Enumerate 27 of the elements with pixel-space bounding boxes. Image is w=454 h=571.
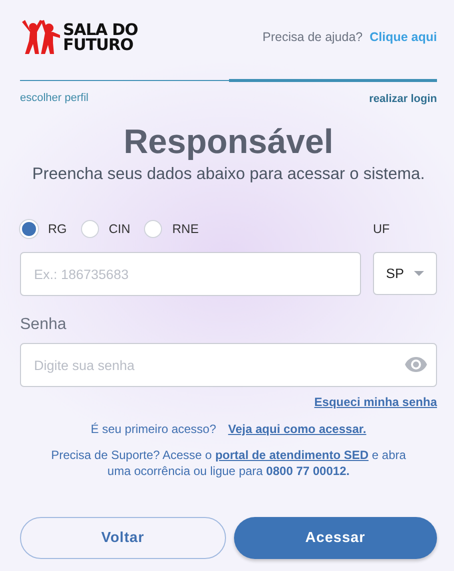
radio-button[interactable] bbox=[80, 220, 99, 238]
figures-icon bbox=[20, 18, 60, 55]
forgot-password-link[interactable]: Esqueci minha senha bbox=[314, 395, 437, 409]
logo-text: SALA DO FUTURO bbox=[63, 22, 139, 52]
radio-label: RNE bbox=[172, 222, 199, 236]
radio-label: CIN bbox=[108, 222, 130, 236]
document-number-field[interactable]: Ex.: 186735683 bbox=[20, 252, 361, 296]
radio-label: RG bbox=[48, 222, 67, 236]
eye-icon[interactable] bbox=[405, 357, 427, 372]
support-portal-link[interactable]: portal de atendimento SED bbox=[215, 448, 369, 462]
step-tab[interactable]: escolher perfil bbox=[20, 92, 88, 104]
submit-button[interactable]: Acessar bbox=[234, 517, 437, 559]
password-field[interactable]: Digite sua senha bbox=[20, 343, 437, 387]
help-prompt: Precisa de ajuda? bbox=[262, 30, 363, 44]
page-subtitle: Preencha seus dados abaixo para acessar o sistema. bbox=[31, 165, 426, 184]
step-tab[interactable]: realizar login bbox=[369, 93, 437, 105]
page-title: Responsável bbox=[122, 122, 334, 162]
back-button[interactable]: Voltar bbox=[20, 517, 226, 559]
first-access-prompt: É seu primeiro acesso? bbox=[90, 422, 216, 436]
help-link[interactable]: Clique aqui bbox=[370, 30, 437, 44]
caret-icon bbox=[414, 271, 424, 276]
radio-button[interactable] bbox=[144, 220, 162, 238]
uf-select[interactable]: SP bbox=[373, 252, 437, 295]
support-text: Precisa de Suporte? Acesse o portal de atendimento SED e abra uma ocorrência ou ligue para 0800 77 00012. bbox=[50, 447, 407, 479]
uf-label: UF bbox=[373, 221, 391, 238]
password-label: Senha bbox=[20, 316, 68, 334]
first-access-link[interactable]: Veja aqui como acessar. bbox=[228, 422, 366, 436]
